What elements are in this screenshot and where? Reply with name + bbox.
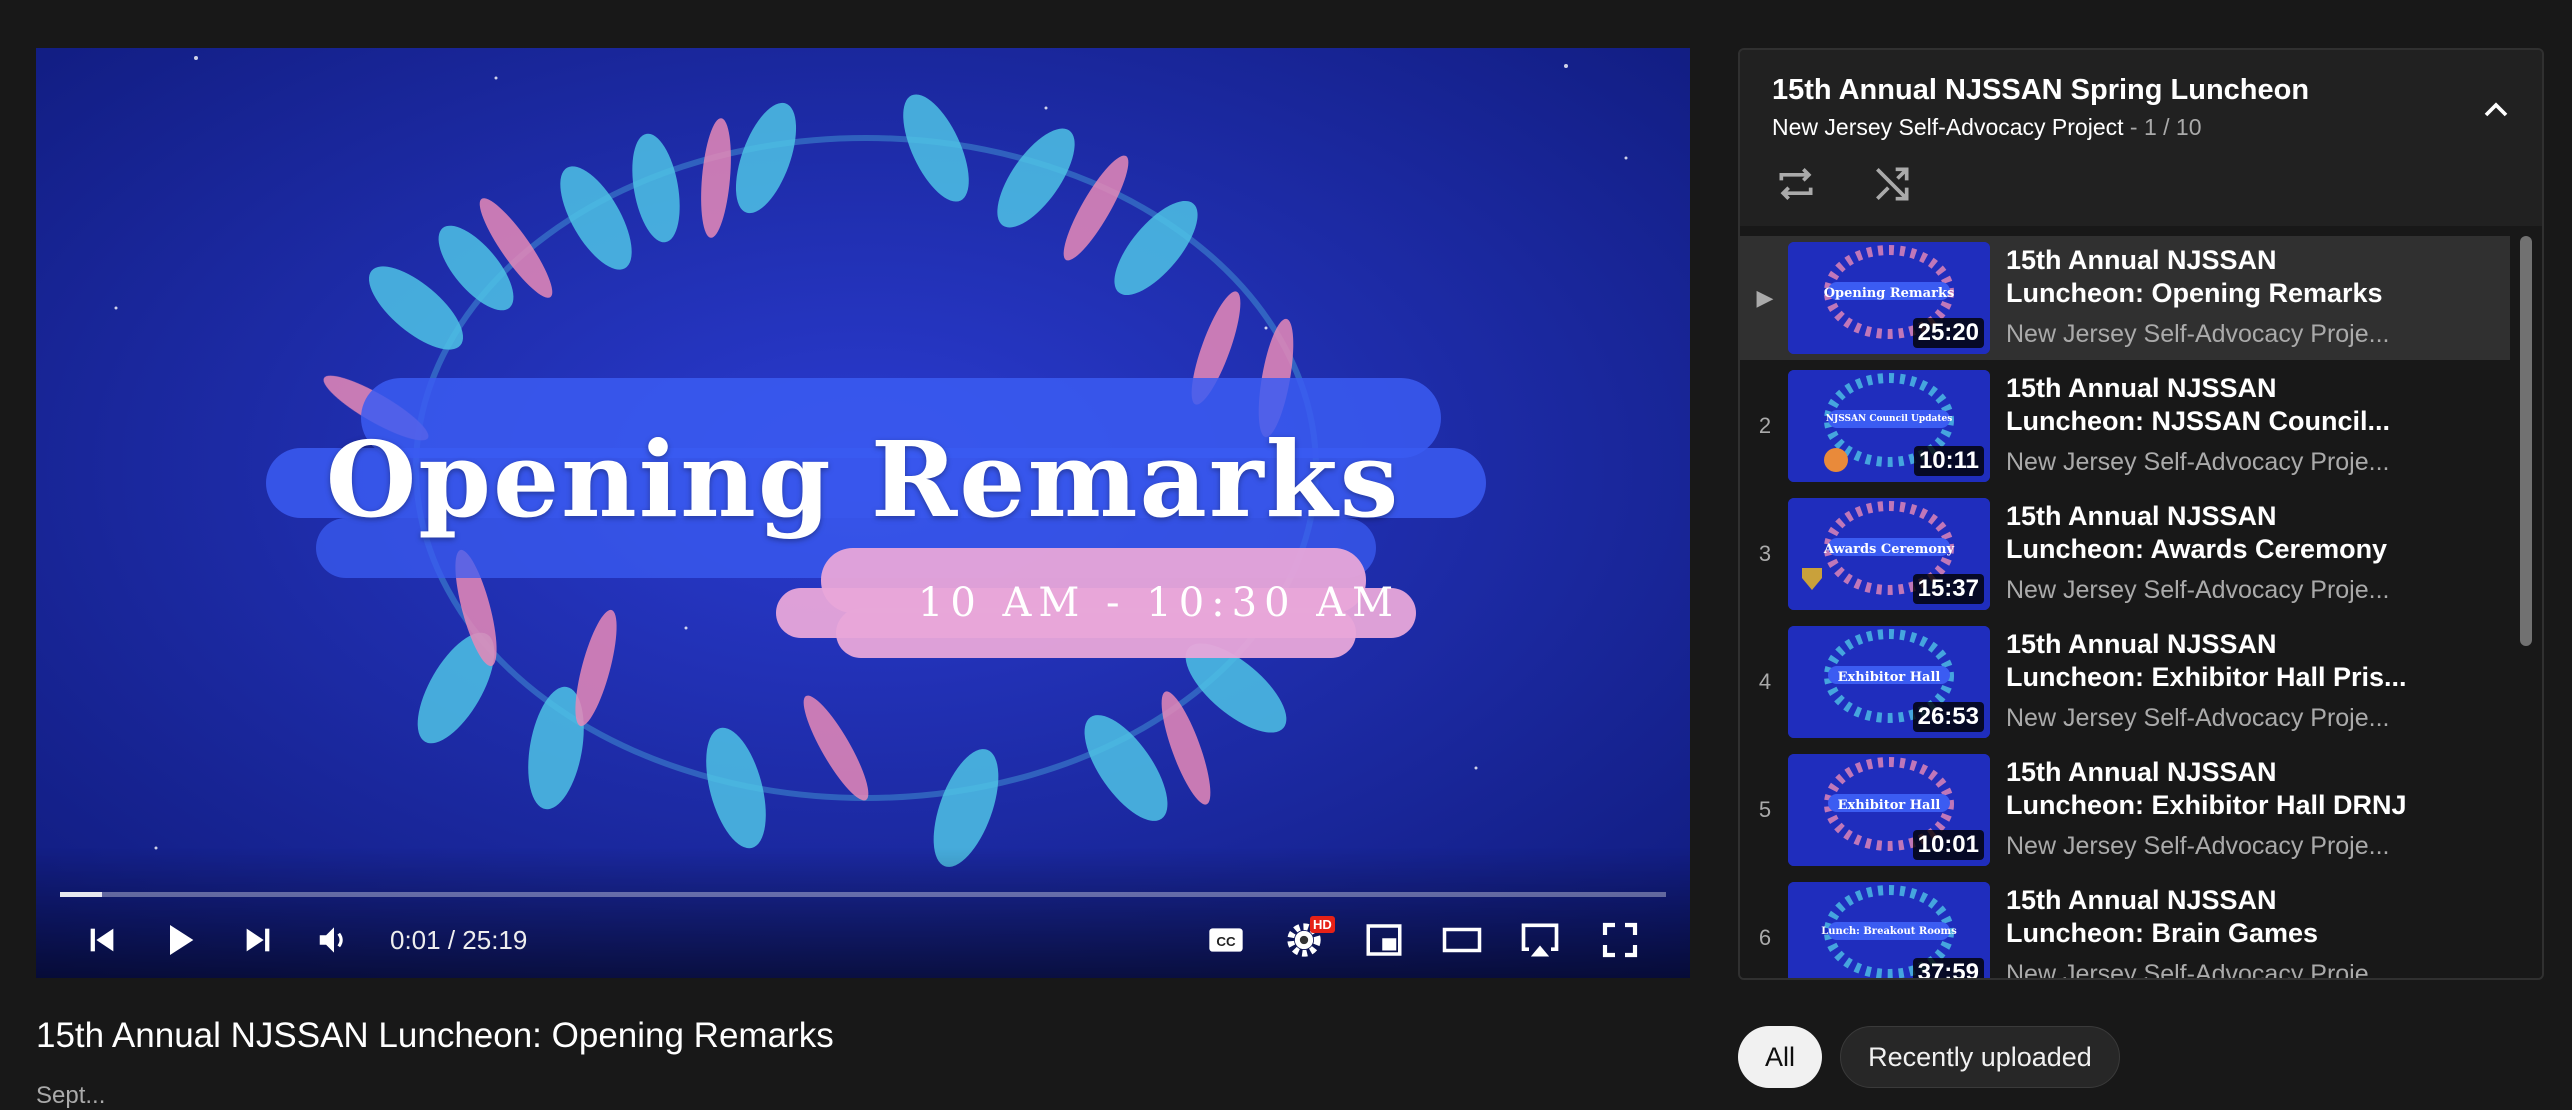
video-duration: 15:37 [1912,574,1984,604]
shuffle-playlist-button[interactable] [1870,162,1914,206]
video-thumbnail: NJSSAN Council Updates 10:11 [1788,370,1990,482]
playlist-item[interactable]: ▶ Opening Remarks 25:20 15th Annual NJSS… [1740,236,2510,360]
playlist-item-index: 6 [1758,925,1772,950]
playlist-panel: 15th Annual NJSSAN Spring Luncheon New J… [1738,48,2544,980]
video-overlay-subtitle: 10 AM - 10:30 AM [917,580,1401,626]
progress-bar[interactable] [60,892,1666,897]
thumbnail-caption: Lunch: Breakout Rooms [1821,926,1957,937]
video-duration: 10:01 [1912,830,1984,860]
playlist-item-title: 15th Annual NJSSAN Luncheon: Exhibitor H… [2006,756,2426,822]
skip-next-icon [246,928,270,952]
video-title: 15th Annual NJSSAN Luncheon: Opening Rem… [36,1016,834,1055]
playlist-title[interactable]: 15th Annual NJSSAN Spring Luncheon [1772,74,2309,107]
playlist-position: - 1 / 10 [2123,114,2202,140]
miniplayer-icon [1366,924,1402,956]
video-overlay-title: Opening Remarks [325,418,1401,541]
svg-text:CC: CC [1216,934,1236,949]
title-line: Luncheon: NJSSAN Council... [2006,406,2391,436]
playlist-item-index: 3 [1758,541,1772,566]
title-line: Luncheon: Exhibitor Hall Pris... [2006,662,2407,692]
playlist-scrollbar[interactable] [2520,236,2532,646]
playlist-item[interactable]: 5 Exhibitor Hall 10:01 15th Annual NJSSA… [1740,748,2510,872]
playlist-item-channel: New Jersey Self-Advocacy Proje... [2006,448,2390,476]
fullscreen-icon [1602,922,1638,958]
playlist-item-title: 15th Annual NJSSAN Luncheon: Opening Rem… [2006,244,2426,310]
playlist-item[interactable]: 2 NJSSAN Council Updates 10:11 15th Annu… [1740,364,2510,488]
video-duration: 37:59 [1912,958,1984,978]
now-playing-icon: ▶ [1756,285,1774,310]
playlist-item-title: 15th Annual NJSSAN Luncheon: NJSSAN Coun… [2006,372,2426,438]
next-button[interactable] [228,910,288,970]
hd-badge: HD [1310,916,1335,933]
video-duration: 25:20 [1912,318,1984,348]
video-duration: 10:11 [1913,446,1984,476]
title-line: 15th Annual NJSSAN [2006,757,2277,787]
playlist-item-title: 15th Annual NJSSAN Luncheon: Brain Games [2006,884,2426,950]
playlist-item-channel: New Jersey Self-Advocacy Proje... [2006,320,2390,348]
mute-button[interactable] [304,910,364,970]
video-thumbnail: Exhibitor Hall 10:01 [1788,754,1990,866]
progress-played [60,892,102,897]
playlist-item-channel: New Jersey Self-Advocacy Proje... [2006,704,2390,732]
chip-all[interactable]: All [1738,1026,1822,1088]
playlist-item-channel: New Jersey Self-Advocacy Proje... [2006,960,2390,978]
miniplayer-button[interactable] [1354,910,1414,970]
video-date: Sept... [36,1082,106,1109]
playlist-item-title: 15th Annual NJSSAN Luncheon: Awards Cere… [2006,500,2426,566]
title-line: Luncheon: Awards Ceremony [2006,534,2388,564]
video-player[interactable]: Opening Remarks 10 AM - 10:30 AM 0:01 / … [36,48,1690,978]
shuffle-icon [1876,167,1909,201]
airplay-button[interactable] [1510,910,1570,970]
player-controls: 0:01 / 25:19 CC HD [36,910,1690,970]
time-display: 0:01 / 25:19 [390,925,528,955]
play-icon [170,925,194,955]
title-line: Luncheon: Exhibitor Hall DRNJ [2006,790,2407,820]
video-thumbnail: Awards Ceremony 15:37 [1788,498,1990,610]
video-thumbnail: Lunch: Breakout Rooms 37:59 [1788,882,1990,978]
theater-mode-button[interactable] [1432,910,1492,970]
fullscreen-button[interactable] [1590,910,1650,970]
chevron-up-icon [2484,102,2508,117]
thumbnail-caption: Opening Remarks [1823,286,1955,301]
title-line: 15th Annual NJSSAN [2006,373,2277,403]
playlist-item[interactable]: 6 Lunch: Breakout Rooms 37:59 15th Annua… [1740,876,2510,978]
playlist-item[interactable]: 4 Exhibitor Hall 26:53 15th Annual NJSSA… [1740,620,2510,744]
playlist-item-channel: New Jersey Self-Advocacy Proje... [2006,832,2390,860]
chip-recently-uploaded[interactable]: Recently uploaded [1840,1026,2120,1088]
thumbnail-caption: NJSSAN Council Updates [1825,414,1953,424]
volume-icon [319,927,343,953]
thumbnail-caption: Exhibitor Hall [1837,670,1941,685]
play-button[interactable] [150,910,210,970]
title-line: 15th Annual NJSSAN [2006,629,2277,659]
title-line: Luncheon: Opening Remarks [2006,278,2383,308]
thumbnail-caption: Exhibitor Hall [1837,798,1941,813]
loop-playlist-button[interactable] [1774,162,1818,206]
video-thumbnail: Exhibitor Hall 26:53 [1788,626,1990,738]
playlist-items: ▶ Opening Remarks 25:20 15th Annual NJSS… [1740,226,2542,978]
title-line: Luncheon: Brain Games [2006,918,2319,948]
title-line: 15th Annual NJSSAN [2006,245,2277,275]
playlist-item-channel: New Jersey Self-Advocacy Proje... [2006,576,2390,604]
playlist-item[interactable]: 3 Awards Ceremony 15:37 15th Annual NJSS… [1740,492,2510,616]
playlist-meta: New Jersey Self-Advocacy Project - 1 / 1… [1772,114,2202,141]
playlist-item-index: 2 [1758,413,1772,438]
video-duration: 26:53 [1912,702,1984,732]
playlist-item-index: 4 [1758,669,1772,694]
title-line: 15th Annual NJSSAN [2006,885,2277,915]
theater-mode-icon [1442,927,1482,953]
captions-button[interactable]: CC [1196,910,1256,970]
collapse-playlist-button[interactable] [2476,90,2516,130]
video-thumbnail: Opening Remarks 25:20 [1788,242,1990,354]
airplay-icon [1521,923,1559,957]
playlist-item-index: 5 [1758,797,1772,822]
closed-captions-icon: CC [1209,928,1243,952]
title-line: 15th Annual NJSSAN [2006,501,2277,531]
playlist-header: 15th Annual NJSSAN Spring Luncheon New J… [1740,50,2542,226]
previous-button[interactable] [72,910,132,970]
thumbnail-caption: Awards Ceremony [1823,542,1955,557]
playlist-item-title: 15th Annual NJSSAN Luncheon: Exhibitor H… [2006,628,2426,694]
skip-previous-icon [90,928,114,952]
playlist-channel[interactable]: New Jersey Self-Advocacy Project [1772,114,2124,140]
loop-icon [1779,168,1813,200]
